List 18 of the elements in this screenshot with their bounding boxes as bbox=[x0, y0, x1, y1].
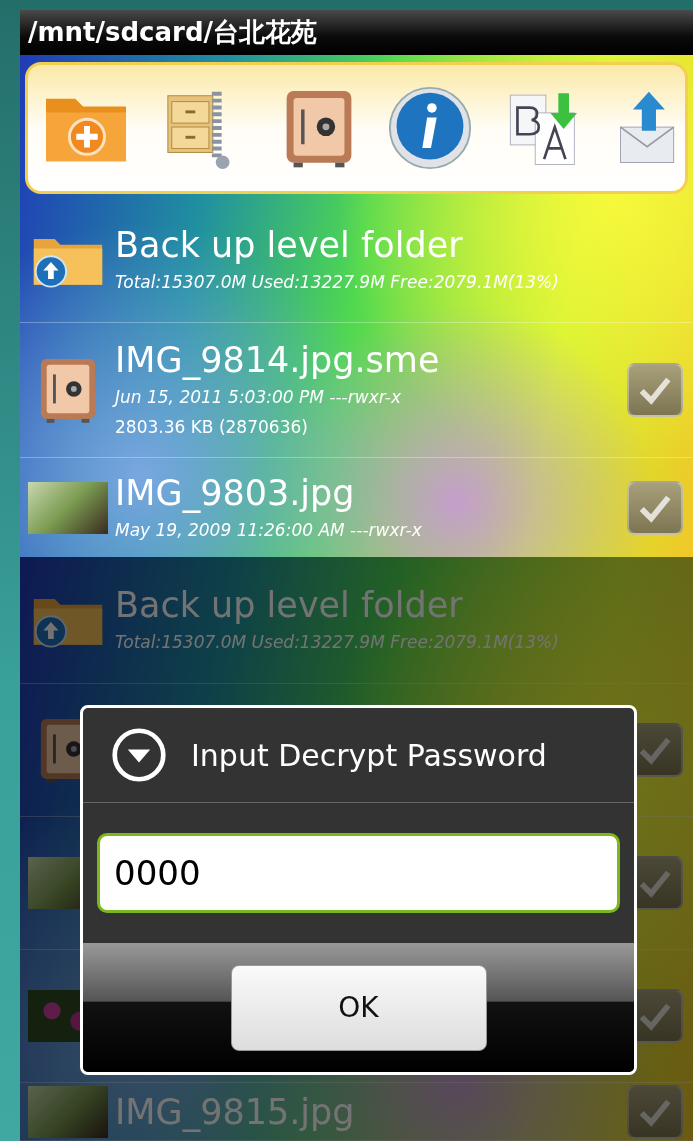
password-field[interactable]: 0000 bbox=[97, 833, 620, 913]
file-name[interactable]: IMG_9815.jpg bbox=[115, 1089, 627, 1134]
path-bar: /mnt/sdcard/台北花苑 bbox=[20, 10, 693, 55]
file-details: May 19, 2009 11:26:00 AM ---rwxr-x bbox=[115, 518, 423, 542]
file-name[interactable]: IMG_9814.jpg.sme bbox=[115, 338, 627, 382]
dropdown-circle-icon bbox=[111, 727, 167, 783]
file-details: 2803.36 KB (2870636) bbox=[115, 416, 309, 439]
ok-button[interactable]: OK bbox=[230, 964, 487, 1051]
dialog-title: Input Decrypt Password bbox=[191, 737, 547, 773]
file-name[interactable]: IMG_9803.jpg bbox=[115, 470, 627, 515]
checkbox[interactable] bbox=[627, 363, 683, 417]
checkbox[interactable] bbox=[627, 480, 683, 535]
file-details: Total:15307.0M Used:13227.9M Free:2079.1M(13%) bbox=[115, 271, 560, 294]
file-name[interactable]: Back up level folder bbox=[115, 223, 693, 267]
checkbox[interactable] bbox=[627, 1084, 683, 1139]
file-details: Total:15307.0M Used:13227.9M Free:2079.1M(13%) bbox=[115, 631, 560, 654]
info-icon[interactable] bbox=[387, 85, 474, 171]
file-name[interactable]: Back up level folder bbox=[115, 583, 693, 627]
